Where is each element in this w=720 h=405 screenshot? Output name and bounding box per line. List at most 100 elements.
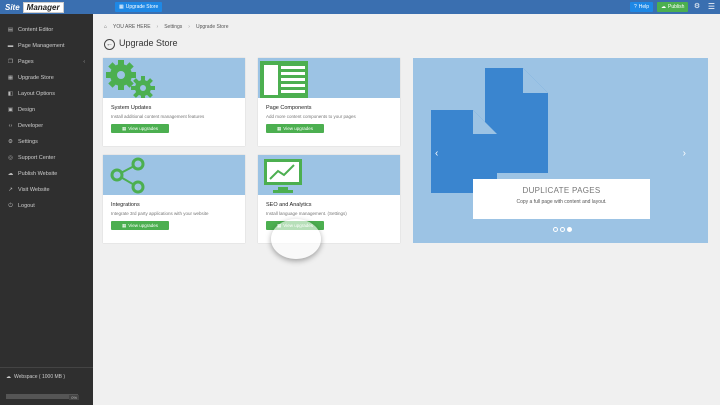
webspace-label: Webspace ( 1000 MB ): [14, 373, 66, 380]
external-icon: ↗: [8, 187, 13, 193]
card-description: Integrate 3rd party applications with yo…: [111, 211, 209, 216]
card-system-updates: System Updates Install additional conten…: [103, 58, 245, 146]
share-nodes-icon: [110, 157, 145, 194]
card-description: Install language management. (Settings): [266, 211, 347, 216]
cloud-upload-icon: ☁: [661, 4, 666, 10]
hamburger-menu-icon[interactable]: ☰: [707, 2, 716, 12]
sidebar-item-design[interactable]: ▣ Design: [0, 102, 93, 118]
upload-icon: ☁: [7, 171, 14, 177]
home-icon[interactable]: ⌂: [104, 24, 107, 30]
page-layout-icon: [260, 61, 308, 98]
carousel-title: DUPLICATE PAGES: [522, 186, 601, 195]
sidebar-item-pages[interactable]: ❐ Pages ‹: [0, 54, 93, 70]
card-page-components: Page Components Add more content compone…: [258, 58, 400, 146]
sidebar-item-label: Content Editor: [18, 27, 54, 33]
code-icon: ‹›: [8, 123, 13, 129]
view-upgrades-label: View upgrades: [128, 126, 158, 131]
power-icon: ⏻: [8, 202, 13, 209]
sidebar-item-label: Layout Options: [18, 91, 55, 97]
breadcrumb-prefix: YOU ARE HERE: [113, 24, 151, 30]
breadcrumb-settings[interactable]: Settings: [164, 24, 182, 30]
carousel-dot-active[interactable]: [567, 227, 572, 232]
view-upgrades-button[interactable]: ▦ View upgrades: [266, 124, 324, 133]
cloud-icon: ☁: [6, 373, 11, 380]
feature-carousel: ‹ › DUPLICATE PAGES Copy a full page wit…: [413, 58, 708, 243]
sidebar-item-label: Page Management: [18, 43, 65, 49]
upgrade-store-button[interactable]: ▦ Upgrade Store: [115, 2, 163, 12]
breadcrumb-separator: ›: [188, 24, 190, 30]
card-banner: [103, 58, 245, 98]
carousel-indicators: [553, 227, 572, 232]
card-banner: [258, 58, 400, 98]
view-upgrades-button[interactable]: ▦ View upgrades: [111, 124, 169, 133]
view-upgrades-button[interactable]: ▦ View upgrades: [111, 221, 169, 230]
sidebar-item-label: Design: [18, 107, 36, 113]
chevron-left-icon: ‹: [83, 59, 85, 65]
settings-gear-icon[interactable]: ⚙: [693, 2, 701, 12]
carousel-dot[interactable]: [560, 227, 565, 232]
click-indicator: [271, 219, 321, 259]
upgrade-store-button-label: Upgrade Store: [125, 4, 159, 10]
store-icon: ▦: [119, 4, 124, 10]
help-button-label: Help: [638, 4, 650, 10]
breadcrumb-separator: ›: [156, 24, 159, 30]
view-upgrades-label: View upgrades: [283, 126, 313, 131]
gear-icon: ⚙: [8, 139, 13, 145]
store-icon: ▦: [277, 125, 282, 131]
top-bar: Site Manager ▦ Upgrade Store ? Help ☁ Pu…: [0, 0, 720, 14]
sidebar-item-label: Settings: [18, 139, 38, 145]
sidebar-item-label: Pages: [18, 59, 34, 65]
logo-site-text: Site: [5, 2, 20, 12]
sidebar-item-content-editor[interactable]: ▤ Content Editor: [0, 22, 93, 38]
design-icon: ▣: [7, 107, 14, 113]
sidebar-item-label: Developer: [18, 123, 44, 129]
store-icon: ▦: [122, 222, 127, 228]
webspace-percent: 0%: [69, 395, 79, 400]
carousel-next-icon[interactable]: ›: [683, 148, 686, 159]
back-arrow-icon[interactable]: ←: [104, 39, 115, 50]
view-upgrades-label: View upgrades: [128, 223, 158, 228]
logo-manager-text: Manager: [22, 1, 64, 13]
sidebar-item-label: Support Center: [18, 155, 56, 161]
sidebar-item-publish-website[interactable]: ☁ Publish Website: [0, 166, 93, 182]
help-icon: ?: [634, 4, 637, 10]
folder-icon: ▬: [7, 43, 14, 49]
card-banner: [258, 155, 400, 195]
webspace-progress-bar: [6, 394, 78, 399]
analytics-monitor-icon: [264, 159, 302, 193]
sidebar-item-logout[interactable]: ⏻ Logout: [0, 198, 93, 214]
site-manager-logo[interactable]: Site Manager: [2, 1, 64, 13]
sidebar-item-upgrade-store[interactable]: ▦ Upgrade Store: [0, 70, 93, 86]
card-title: System Updates: [111, 105, 152, 111]
breadcrumb: ⌂ YOU ARE HERE › Settings › Upgrade Stor…: [104, 24, 229, 30]
file-icon: ▤: [7, 27, 14, 33]
store-icon: ▦: [122, 125, 127, 131]
webspace-usage: ☁ Webspace ( 1000 MB ): [0, 367, 93, 385]
publish-button[interactable]: ☁ Publish: [657, 2, 689, 12]
sidebar-item-settings[interactable]: ⚙ Settings: [0, 134, 93, 150]
carousel-caption: DUPLICATE PAGES Copy a full page with co…: [473, 179, 650, 219]
sidebar-item-label: Logout: [18, 203, 35, 209]
breadcrumb-current: Upgrade Store: [195, 24, 229, 30]
card-description: Install additional content management fe…: [111, 114, 205, 119]
card-integrations: Integrations Integrate 3rd party applica…: [103, 155, 245, 243]
sidebar-item-developer[interactable]: ‹› Developer: [0, 118, 93, 134]
help-button[interactable]: ? Help: [630, 2, 654, 12]
sidebar: ▤ Content Editor ▬ Page Management ❐ Pages ‹…: [0, 14, 93, 405]
carousel-prev-icon[interactable]: ‹: [435, 148, 438, 159]
gears-icon: [106, 60, 155, 98]
card-title: Integrations: [111, 202, 140, 208]
sidebar-item-label: Publish Website: [18, 171, 58, 177]
sidebar-item-support-center[interactable]: ◎ Support Center: [0, 150, 93, 166]
card-title: Page Components: [266, 105, 312, 111]
page-title: Upgrade Store: [119, 38, 178, 48]
store-icon: ▦: [7, 75, 14, 81]
card-banner: [103, 155, 245, 195]
sidebar-item-layout-options[interactable]: ◧ Layout Options: [0, 86, 93, 102]
sidebar-item-visit-website[interactable]: ↗ Visit Website: [0, 182, 93, 198]
sidebar-item-label: Upgrade Store: [18, 75, 54, 81]
carousel-subtitle: Copy a full page with content and layout…: [516, 199, 607, 205]
sidebar-item-page-management[interactable]: ▬ Page Management: [0, 38, 93, 54]
card-description: Add more content components to your page…: [266, 114, 356, 119]
carousel-dot[interactable]: [553, 227, 558, 232]
